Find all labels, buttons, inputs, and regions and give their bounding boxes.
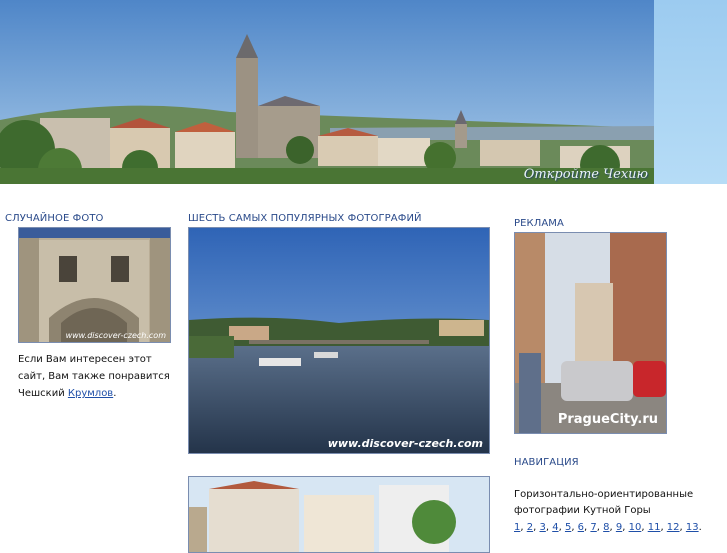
- page-link-11[interactable]: 11: [648, 522, 661, 533]
- page-link-7[interactable]: 7: [590, 522, 596, 533]
- header-banner: Откройте Чехию: [0, 0, 654, 184]
- page-link-12[interactable]: 12: [667, 522, 680, 533]
- popular-photo-2[interactable]: [188, 476, 490, 553]
- ad-banner[interactable]: PragueCity.ru: [514, 232, 667, 434]
- banner-caption: Откройте Чехию: [523, 167, 648, 182]
- page-link-6[interactable]: 6: [578, 522, 584, 533]
- page-link-5[interactable]: 5: [565, 522, 571, 533]
- ad-banner-image: [515, 233, 666, 433]
- page-link-9[interactable]: 9: [616, 522, 622, 533]
- random-photo-watermark: www.discover-czech.com: [65, 331, 166, 340]
- banner-side-panel: [654, 0, 727, 184]
- navigation-text: Горизонтально-ориентированные фотографии…: [514, 489, 694, 516]
- popular-photo-1-watermark: www.discover-czech.com: [327, 437, 483, 450]
- page-link-13[interactable]: 13: [686, 522, 699, 533]
- random-photo[interactable]: www.discover-czech.com: [18, 227, 171, 343]
- page-link-8[interactable]: 8: [603, 522, 609, 533]
- page-link-10[interactable]: 10: [629, 522, 642, 533]
- random-photo-text: Если Вам интересен этот сайт, Вам также …: [18, 351, 180, 402]
- krumlov-link[interactable]: Крумлов: [68, 388, 113, 399]
- popular-photo-2-image: [189, 477, 489, 552]
- page-link-2[interactable]: 2: [527, 522, 533, 533]
- page-link-4[interactable]: 4: [552, 522, 558, 533]
- page-links: 1, 2, 3, 4, 5, 6, 7, 8, 9, 10, 11, 12, 1…: [514, 522, 702, 533]
- popular-photo-1[interactable]: www.discover-czech.com: [188, 227, 490, 454]
- popular-photo-1-image: [189, 228, 489, 453]
- popular-photos-title: ШЕСТЬ САМЫХ ПОПУЛЯРНЫХ ФОТОГРАФИЙ: [188, 213, 422, 224]
- random-photo-title: СЛУЧАЙНОЕ ФОТО: [5, 213, 104, 224]
- banner-image: [0, 0, 654, 184]
- random-photo-image: [19, 228, 170, 342]
- ads-title: РЕКЛАМА: [514, 218, 564, 229]
- page-links-end: .: [698, 522, 702, 533]
- page-link-3[interactable]: 3: [539, 522, 545, 533]
- page-link-1[interactable]: 1: [514, 522, 520, 533]
- ad-watermark: PragueCity.ru: [557, 412, 658, 427]
- random-photo-text-after: .: [113, 388, 117, 399]
- navigation-title: НАВИГАЦИЯ: [514, 457, 579, 468]
